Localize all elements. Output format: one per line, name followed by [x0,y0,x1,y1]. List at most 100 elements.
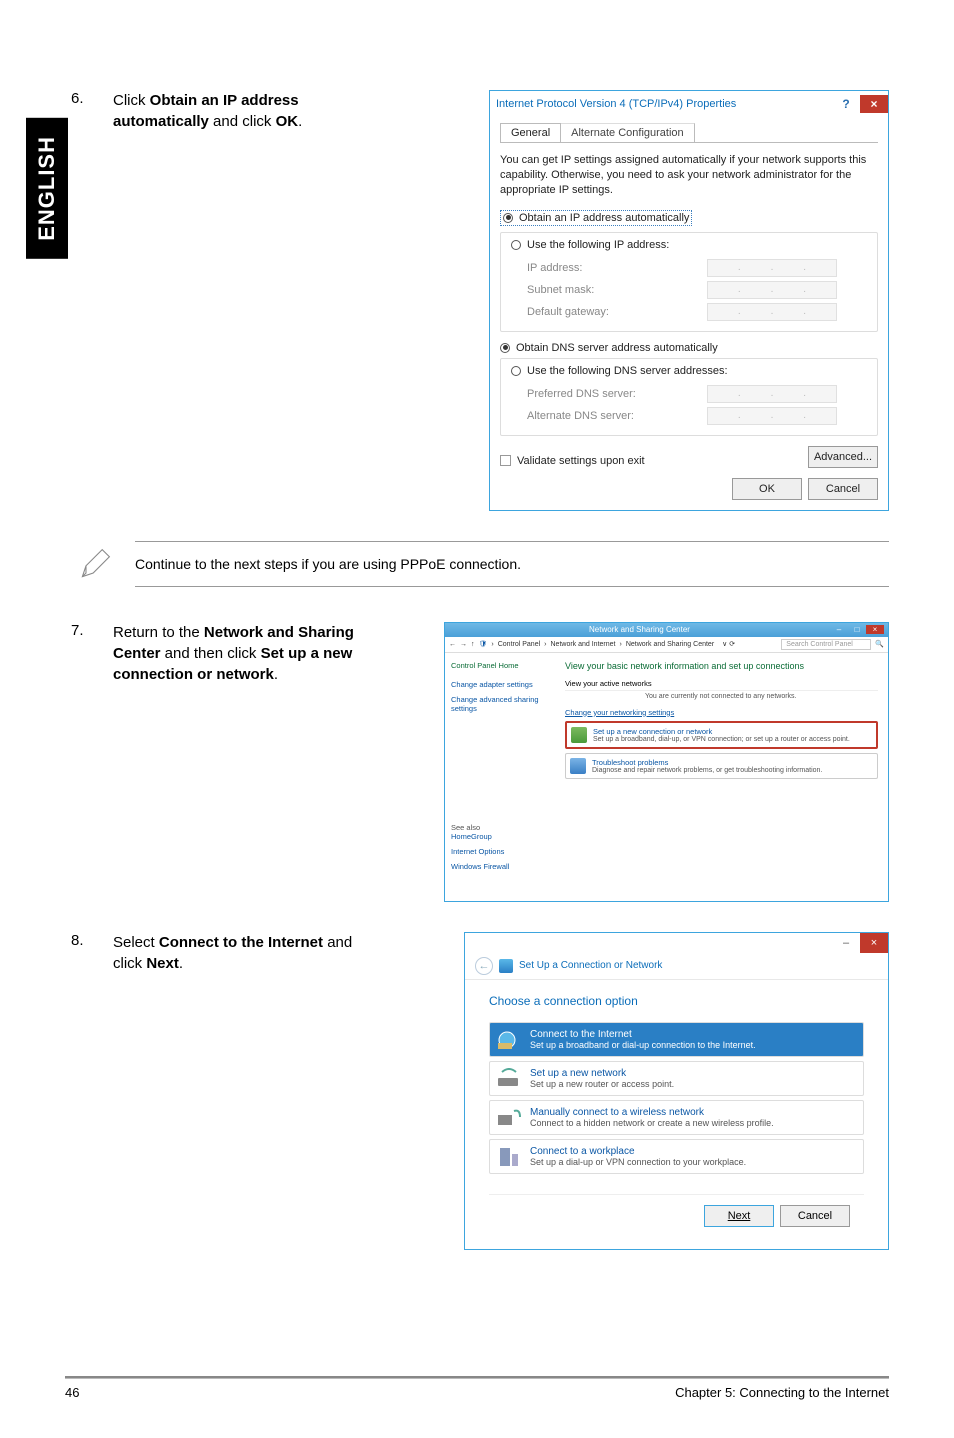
help-button[interactable]: ? [832,95,860,113]
gateway-input: ... [707,303,837,321]
breadcrumb: ← → ↑ 🛡 ›Control Panel ›Network and Inte… [445,637,888,653]
ip-input: ... [707,259,837,277]
option-setup-new-network[interactable]: Set up a new network Set up a new router… [489,1061,864,1096]
subnet-input: ... [707,281,837,299]
pencil-note-icon [75,544,115,584]
txt: . [274,666,278,683]
minimize-button[interactable]: – [832,933,860,953]
back-button[interactable]: ← [475,957,493,975]
close-button[interactable]: × [866,625,884,634]
chapter-title: Chapter 5: Connecting to the Internet [675,1385,889,1400]
globe-icon [496,1029,522,1051]
title: Troubleshoot problems [592,758,851,767]
close-button[interactable]: × [860,933,888,953]
wizard-heading: Choose a connection option [489,994,864,1008]
checkbox-validate[interactable]: Validate settings upon exit [500,455,645,467]
tab-general[interactable]: General [500,123,561,142]
pref-dns-input: ... [707,385,837,403]
label: Subnet mask: [527,284,707,296]
label: Alternate DNS server: [527,410,707,422]
desc: Set up a broadband or dial-up connection… [530,1040,855,1050]
setup-connection-wizard: – × ← Set Up a Connection or Network Cho… [464,932,889,1250]
ipv4-note: You can get IP settings assigned automat… [500,153,878,198]
step-8-number: 8. [65,932,113,1250]
title: Manually connect to a wireless network [530,1107,855,1118]
option-connect-internet[interactable]: Connect to the Internet Set up a broadba… [489,1022,864,1057]
title: Set up a new network [530,1068,855,1079]
cancel-button[interactable]: Cancel [808,478,878,500]
radio-use-following-dns[interactable]: Use the following DNS server addresses: [507,365,732,377]
field-subnet: Subnet mask: ... [527,281,867,299]
windows-firewall-link[interactable]: Windows Firewall [451,862,549,871]
radio-icon [511,240,521,250]
change-adapter-link[interactable]: Change adapter settings [451,680,549,689]
router-icon [496,1068,522,1090]
radio-icon [511,366,521,376]
shield-icon [499,959,513,973]
step-6-number: 6. [65,90,113,511]
crumb[interactable]: Control Panel [498,641,540,648]
ok-button[interactable]: OK [732,478,802,500]
desc: Connect to a hidden network or create a … [530,1118,855,1128]
back-icon[interactable]: ← [449,641,456,648]
crumb[interactable]: Network and Internet [551,641,616,648]
field-pref-dns: Preferred DNS server: ... [527,385,867,403]
network-sharing-center-window: Network and Sharing Center – □ × ← → ↑ 🛡… [444,622,889,902]
txt: . [179,955,183,972]
option-manual-wireless[interactable]: Manually connect to a wireless network C… [489,1100,864,1135]
step-6-text: Click Obtain an IP address automatically… [113,90,380,511]
radio-obtain-dns-auto[interactable]: Obtain DNS server address automatically [500,342,878,354]
radio-icon [500,343,510,353]
control-panel-home-link[interactable]: Control Panel Home [451,661,549,670]
homegroup-link[interactable]: HomeGroup [451,832,549,841]
radio-use-following-ip[interactable]: Use the following IP address: [507,239,673,251]
desc: Set up a broadband, dial-up, or VPN conn… [593,736,850,743]
view-active-networks: View your active networks [565,679,878,688]
crumb[interactable]: Network and Sharing Center [626,641,714,648]
search-icon[interactable]: 🔍 [875,640,884,648]
wizard-title: Set Up a Connection or Network [519,960,662,971]
troubleshoot-box[interactable]: Troubleshoot problems Diagnose and repai… [565,753,878,779]
label: Preferred DNS server: [527,388,707,400]
txt: and then click [161,645,261,662]
close-button[interactable]: × [860,95,888,113]
label: Validate settings upon exit [517,455,645,467]
step-8-text: Select Connect to the Internet and click… [113,932,380,1250]
maximize-button[interactable]: □ [848,625,866,634]
change-networking-settings-link[interactable]: Change your networking settings [565,708,878,717]
desc: Set up a dial-up or VPN connection to yo… [530,1157,855,1167]
option-connect-workplace[interactable]: Connect to a workplace Set up a dial-up … [489,1139,864,1174]
txt: Click [113,92,150,109]
txt: Return to the [113,624,204,641]
nsc-heading: View your basic network information and … [565,661,878,671]
field-alt-dns: Alternate DNS server: ... [527,407,867,425]
wireless-icon [496,1107,522,1129]
note-text: Continue to the next steps if you are us… [135,541,889,587]
alt-dns-input: ... [707,407,837,425]
radio-obtain-ip-auto[interactable]: Obtain an IP address automatically [500,210,692,226]
step-7-text: Return to the Network and Sharing Center… [113,622,380,902]
next-button[interactable]: Next [704,1205,774,1227]
bold: OK [276,113,299,130]
change-advanced-sharing-link[interactable]: Change advanced sharing settings [451,695,549,713]
search-input[interactable]: Search Control Panel [781,639,871,650]
minimize-button[interactable]: – [830,625,848,634]
workplace-icon [496,1146,522,1168]
field-ip-address: IP address: ... [527,259,867,277]
title: Connect to the Internet [530,1029,855,1040]
see-also-heading: See also [451,823,549,832]
page-number: 46 [65,1385,79,1400]
forward-icon[interactable]: → [460,641,467,648]
setup-new-connection-box[interactable]: Set up a new connection or network Set u… [565,721,878,749]
step-7-number: 7. [65,622,113,902]
bold: Next [146,955,179,972]
internet-options-link[interactable]: Internet Options [451,847,549,856]
cancel-button[interactable]: Cancel [780,1205,850,1227]
title: Set up a new connection or network [593,727,850,736]
dialog-title: Internet Protocol Version 4 (TCP/IPv4) P… [496,98,832,110]
txt: and click [209,113,276,130]
label: Use the following DNS server addresses: [527,365,728,377]
advanced-button[interactable]: Advanced... [808,446,878,468]
window-title: Network and Sharing Center [449,625,830,634]
tab-alternate-config[interactable]: Alternate Configuration [561,123,695,142]
